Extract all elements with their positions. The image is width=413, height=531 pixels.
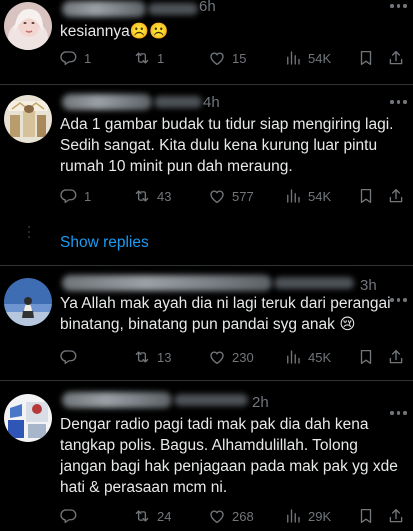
retweet-count: 24 [157, 508, 172, 524]
avatar[interactable] [4, 278, 52, 326]
bookmark-icon [357, 49, 375, 67]
tweet-actions: 13 230 45K [60, 347, 405, 367]
tweet-text: Ada 1 gambar budak tu tidur siap mengiri… [60, 116, 394, 175]
author-handle-redacted[interactable] [274, 277, 354, 289]
like-icon [208, 49, 226, 67]
like-count: 577 [232, 188, 254, 204]
like-count: 15 [232, 50, 247, 66]
reply-button[interactable] [60, 347, 84, 367]
like-button[interactable]: 15 [208, 48, 246, 68]
show-replies-link[interactable]: Show replies [60, 234, 149, 252]
author-name-redacted[interactable] [62, 1, 146, 17]
bookmark-icon [357, 187, 375, 205]
views-count: 29K [308, 508, 332, 524]
author-handle-redacted[interactable] [154, 96, 202, 108]
share-icon [387, 348, 405, 366]
reply-button[interactable]: 1 [60, 48, 91, 68]
retweet-count: 13 [157, 349, 172, 365]
thread-connector [28, 226, 32, 256]
tweet-4[interactable]: 2h Dengar radio pagi tadi mak pak dia da… [0, 381, 413, 531]
avatar[interactable] [4, 95, 52, 143]
reply-icon [60, 49, 78, 67]
share-icon [387, 49, 405, 67]
views-icon [284, 348, 302, 366]
share-button[interactable] [387, 348, 405, 371]
like-button[interactable]: 577 [208, 186, 254, 206]
author-name-redacted[interactable] [62, 392, 172, 408]
like-icon [208, 187, 226, 205]
tweet-text: Dengar radio pagi tadi mak pak dia dah k… [60, 416, 398, 496]
author-handle-redacted[interactable] [148, 3, 198, 15]
retweet-count: 1 [157, 50, 165, 66]
bookmark-button[interactable] [357, 507, 375, 530]
retweet-count: 43 [157, 188, 172, 204]
tweet-1[interactable]: 6h kesiannya☹️☹️ 1 1 15 54K [0, 0, 413, 84]
bookmark-button[interactable] [357, 348, 375, 371]
like-button[interactable]: 230 [208, 347, 254, 367]
reply-icon [60, 507, 78, 525]
like-count: 268 [232, 508, 254, 524]
share-button[interactable] [387, 187, 405, 210]
avatar[interactable] [4, 2, 52, 50]
timestamp[interactable]: 4h [203, 94, 220, 111]
like-button[interactable]: 268 [208, 506, 254, 526]
reply-icon [60, 187, 78, 205]
timestamp[interactable]: 6h [199, 0, 216, 15]
views-button[interactable]: 54K [284, 186, 331, 206]
retweet-button[interactable]: 13 [133, 347, 171, 367]
reply-button[interactable]: 1 [60, 186, 91, 206]
like-icon [208, 348, 226, 366]
tweet-actions: 1 43 577 54K [60, 186, 405, 206]
tweet-actions: 1 1 15 54K [60, 48, 405, 68]
share-icon [387, 507, 405, 525]
avatar[interactable] [4, 394, 52, 442]
bookmark-icon [357, 348, 375, 366]
reply-button[interactable] [60, 506, 84, 526]
author-name-redacted[interactable] [62, 94, 152, 110]
tweet-3[interactable]: 3h Ya Allah mak ayah dia ni lagi teruk d… [0, 266, 413, 380]
tweet-text: Ya Allah mak ayah dia ni lagi teruk dari… [60, 295, 391, 333]
views-button[interactable]: 54K [284, 48, 331, 68]
more-icon[interactable] [390, 99, 408, 105]
retweet-icon [133, 507, 151, 525]
retweet-button[interactable]: 24 [133, 506, 171, 526]
views-count: 54K [308, 188, 332, 204]
views-count: 54K [308, 50, 332, 66]
reply-icon [60, 348, 78, 366]
share-button[interactable] [387, 507, 405, 530]
bookmark-icon [357, 507, 375, 525]
views-icon [284, 507, 302, 525]
retweet-button[interactable]: 1 [133, 48, 164, 68]
tweet-2[interactable]: 4h Ada 1 gambar budak tu tidur siap meng… [0, 85, 413, 265]
reply-count: 1 [84, 50, 92, 66]
more-icon[interactable] [390, 3, 408, 9]
views-icon [284, 49, 302, 67]
retweet-button[interactable]: 43 [133, 186, 171, 206]
like-count: 230 [232, 349, 254, 365]
retweet-icon [133, 348, 151, 366]
share-button[interactable] [387, 49, 405, 72]
tweet-text: kesiannya☹️☹️ [60, 23, 169, 40]
author-name-redacted[interactable] [62, 275, 272, 291]
timestamp[interactable]: 3h [360, 277, 377, 294]
bookmark-button[interactable] [357, 49, 375, 72]
timestamp[interactable]: 2h [252, 394, 269, 411]
views-button[interactable]: 45K [284, 347, 331, 367]
tweet-actions: 24 268 29K [60, 506, 405, 526]
views-count: 45K [308, 349, 332, 365]
retweet-icon [133, 187, 151, 205]
views-icon [284, 187, 302, 205]
views-button[interactable]: 29K [284, 506, 331, 526]
retweet-icon [133, 49, 151, 67]
share-icon [387, 187, 405, 205]
reply-count: 1 [84, 188, 92, 204]
author-handle-redacted[interactable] [174, 394, 248, 406]
like-icon [208, 507, 226, 525]
bookmark-button[interactable] [357, 187, 375, 210]
